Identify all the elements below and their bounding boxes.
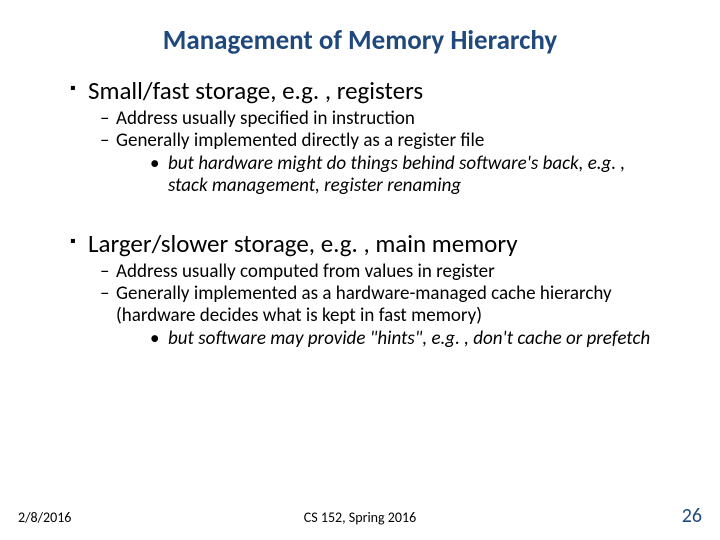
bullet-smallfast: Small/fast storage, e.g. , registers	[70, 75, 680, 106]
slide: Management of Memory Hierarchy Small/fas…	[0, 0, 720, 540]
spacer	[40, 198, 680, 224]
footer-course: CS 152, Spring 2016	[0, 509, 720, 526]
bullet-largerslower-address: Address usually computed from values in …	[100, 261, 680, 283]
slide-title: Management of Memory Hierarchy	[40, 24, 680, 57]
footer-page-number: 26	[682, 504, 702, 528]
bullet-smallfast-subnote: but hardware might do things behind soft…	[150, 153, 680, 198]
bullet-largerslower-cache: Generally implemented as a hardware-mana…	[100, 283, 680, 328]
bullet-smallfast-regfile: Generally implemented directly as a regi…	[100, 130, 680, 152]
bullet-largerslower: Larger/slower storage, e.g. , main memor…	[70, 228, 680, 259]
bullet-largerslower-subnote: but software may provide "hints", e.g. ,…	[150, 328, 680, 350]
bullet-smallfast-address: Address usually specified in instruction	[100, 108, 680, 130]
